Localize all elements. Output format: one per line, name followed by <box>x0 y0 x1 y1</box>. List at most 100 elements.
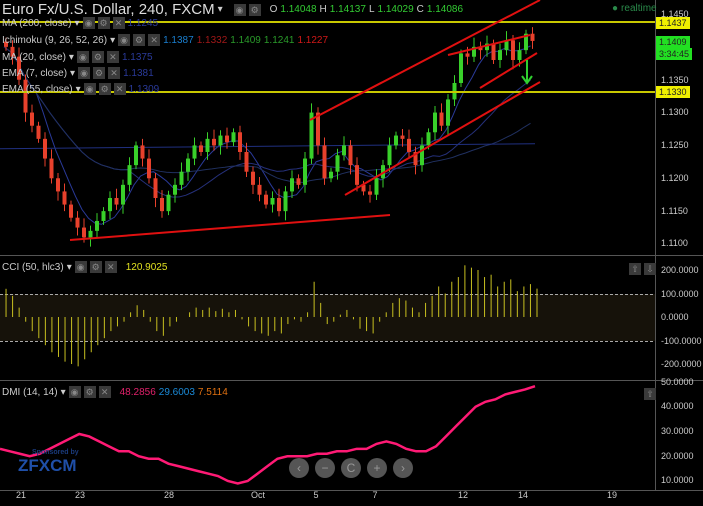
candle[interactable] <box>283 186 288 221</box>
candle[interactable] <box>88 225 93 247</box>
candle[interactable] <box>199 141 203 156</box>
candle[interactable] <box>121 179 125 214</box>
candle[interactable] <box>290 170 294 198</box>
candle[interactable] <box>277 188 281 217</box>
candle[interactable] <box>524 29 528 55</box>
indicator-ma20[interactable]: MA (20, close) ▾ ◉ ⚙ ✕ 1.1375 <box>2 51 153 63</box>
close-icon[interactable]: ✕ <box>148 34 161 46</box>
eye-icon[interactable]: ◉ <box>118 34 131 46</box>
move-up-icon[interactable]: ⇧ <box>644 388 656 400</box>
eye-icon[interactable]: ◉ <box>74 261 87 273</box>
candle[interactable] <box>166 190 171 216</box>
close-icon[interactable]: ✕ <box>98 386 111 398</box>
indicator-ema7[interactable]: EMA (7, close) ▾ ◉ ⚙ ✕ 1.1381 <box>2 67 154 79</box>
candle[interactable] <box>264 190 268 209</box>
candle[interactable] <box>186 153 190 181</box>
candle[interactable] <box>322 137 327 185</box>
candle[interactable] <box>309 103 314 164</box>
candle[interactable] <box>413 146 418 175</box>
candle[interactable] <box>134 141 138 170</box>
candle[interactable] <box>192 137 197 166</box>
gear-icon[interactable]: ⚙ <box>91 51 104 63</box>
indicator-ema55[interactable]: EMA (55, close) ▾ ◉ ⚙ ✕ 1.1309 <box>2 83 159 95</box>
candle[interactable] <box>257 176 262 202</box>
candle[interactable] <box>140 138 145 167</box>
gear-icon[interactable]: ⚙ <box>89 261 102 273</box>
close-icon[interactable]: ✕ <box>112 17 125 29</box>
candle[interactable] <box>452 75 457 106</box>
candle[interactable] <box>231 128 236 147</box>
candle[interactable] <box>127 157 132 192</box>
zoom-out-button[interactable]: − <box>315 458 335 478</box>
move-down-icon[interactable]: ⇩ <box>644 263 656 275</box>
candle[interactable] <box>439 103 444 131</box>
candle[interactable] <box>30 104 34 133</box>
candle[interactable] <box>179 162 184 191</box>
indicator-label[interactable]: EMA (55, close) <box>2 84 73 95</box>
candle[interactable] <box>56 173 60 201</box>
close-icon[interactable]: ✕ <box>104 261 117 273</box>
dmi-header[interactable]: DMI (14, 14) ▾ ◉ ⚙ ✕ 48.2856 29.6003 7.5114 <box>2 386 228 398</box>
eye-icon[interactable]: ◉ <box>68 386 81 398</box>
candle[interactable] <box>36 121 41 143</box>
gear-icon[interactable]: ⚙ <box>83 386 96 398</box>
candle[interactable] <box>218 130 223 155</box>
candle[interactable] <box>153 173 158 208</box>
candle[interactable] <box>374 169 379 200</box>
chart-title[interactable]: Euro Fx/U.S. Dollar, 240, FXCM <box>2 1 215 18</box>
sponsor-logo[interactable]: Sponsored by ZFXCM <box>18 449 79 476</box>
candle[interactable] <box>251 166 255 195</box>
candle[interactable] <box>23 74 28 122</box>
candle[interactable] <box>43 132 47 167</box>
move-up-icon[interactable]: ⇧ <box>629 263 641 275</box>
candle[interactable] <box>394 131 398 150</box>
candle[interactable] <box>329 167 333 183</box>
zoom-in-button[interactable]: + <box>367 458 387 478</box>
candle[interactable] <box>530 27 535 49</box>
candle[interactable] <box>147 149 151 184</box>
candle[interactable] <box>49 149 54 184</box>
close-icon[interactable]: ✕ <box>106 51 119 63</box>
candle[interactable] <box>62 183 67 212</box>
gear-icon[interactable]: ⚙ <box>248 3 261 16</box>
candle[interactable] <box>108 191 112 220</box>
close-icon[interactable]: ✕ <box>108 67 121 79</box>
candle[interactable] <box>420 137 424 172</box>
scroll-left-button[interactable]: ‹ <box>289 458 309 478</box>
candle[interactable] <box>238 125 242 160</box>
candle[interactable] <box>387 137 392 172</box>
candle[interactable] <box>244 142 249 177</box>
gear-icon[interactable]: ⚙ <box>98 83 111 95</box>
candle[interactable] <box>342 136 346 161</box>
chevron-down-icon[interactable]: ▾ <box>218 4 223 15</box>
gear-icon[interactable]: ⚙ <box>133 34 146 46</box>
candle[interactable] <box>498 43 502 68</box>
candle[interactable] <box>368 184 372 203</box>
indicator-label[interactable]: EMA (7, close) <box>2 68 67 79</box>
candle[interactable] <box>225 127 229 149</box>
candle[interactable] <box>504 31 509 56</box>
eye-icon[interactable]: ◉ <box>82 17 95 29</box>
candle[interactable] <box>407 129 411 158</box>
candle[interactable] <box>270 191 275 213</box>
gear-icon[interactable]: ⚙ <box>97 17 110 29</box>
eye-icon[interactable]: ◉ <box>78 67 91 79</box>
reset-button[interactable]: C <box>341 458 361 478</box>
candle[interactable] <box>296 174 301 189</box>
candle[interactable] <box>69 200 73 222</box>
indicator-label[interactable]: Ichimoku (9, 26, 52, 26) <box>2 35 107 46</box>
candle[interactable] <box>75 211 80 236</box>
candle[interactable] <box>433 105 437 141</box>
scroll-right-button[interactable]: › <box>393 458 413 478</box>
gear-icon[interactable]: ⚙ <box>93 67 106 79</box>
eye-icon[interactable]: ◉ <box>83 83 96 95</box>
indicator-label[interactable]: MA (200, close) <box>2 18 71 29</box>
candle[interactable] <box>114 188 119 210</box>
indicator-label[interactable]: DMI (14, 14) <box>2 387 58 398</box>
candle[interactable] <box>212 129 216 151</box>
candle[interactable] <box>478 41 483 60</box>
candle[interactable] <box>459 49 463 87</box>
candle[interactable] <box>95 213 99 238</box>
candle[interactable] <box>173 178 177 203</box>
candle[interactable] <box>400 128 405 147</box>
